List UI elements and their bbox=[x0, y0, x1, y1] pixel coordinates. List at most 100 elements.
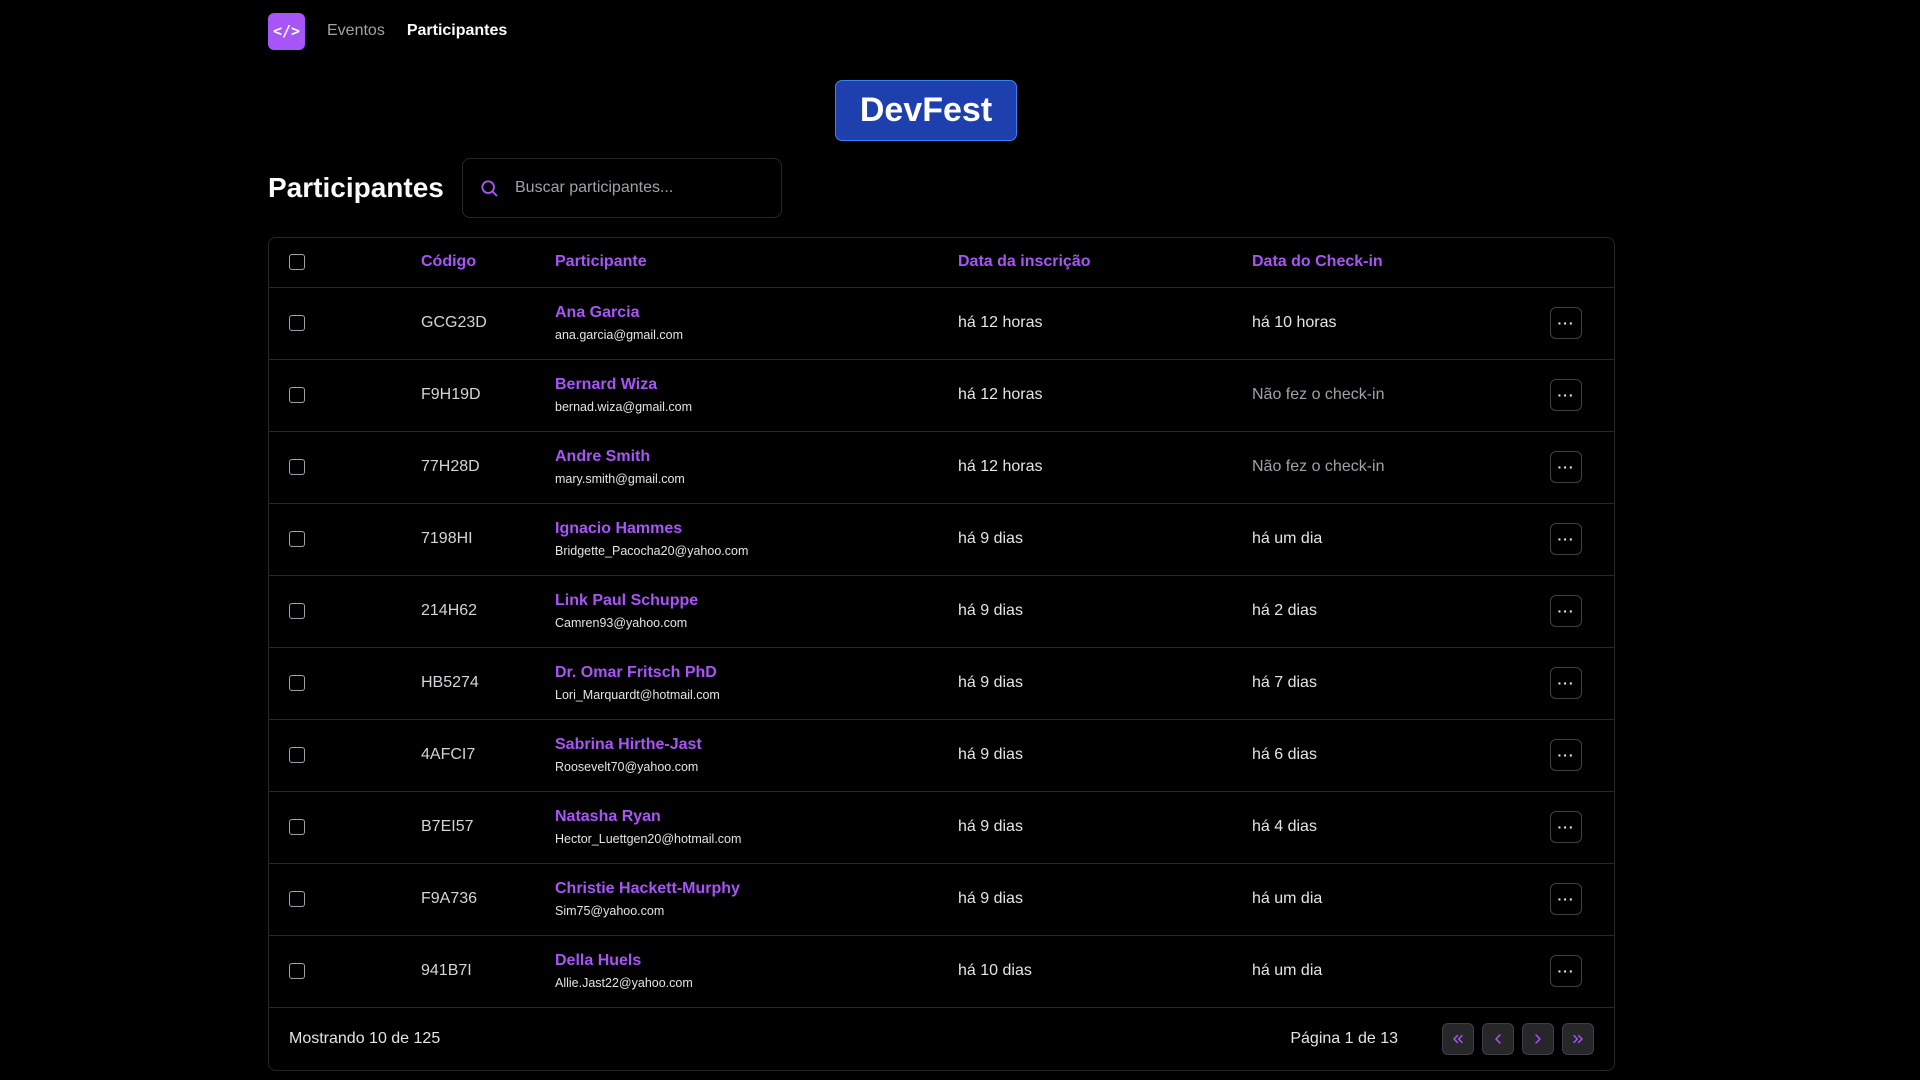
row-actions-button[interactable]: ··· bbox=[1550, 595, 1582, 627]
participant-name[interactable]: Link Paul Schuppe bbox=[555, 592, 958, 610]
participant-name[interactable]: Ignacio Hammes bbox=[555, 520, 958, 538]
showing-count: Mostrando 10 de 125 bbox=[289, 1030, 441, 1047]
row-checkbox[interactable] bbox=[289, 602, 305, 619]
checkin-date: há 7 dias bbox=[1252, 647, 1545, 720]
checkin-date: há um dia bbox=[1252, 935, 1545, 1008]
participant-name[interactable]: Della Huels bbox=[555, 952, 958, 970]
nav-link-eventos[interactable]: Eventos bbox=[327, 22, 385, 40]
row-actions-button[interactable]: ··· bbox=[1550, 955, 1582, 987]
select-all-checkbox[interactable] bbox=[289, 254, 305, 271]
checkin-date: há 2 dias bbox=[1252, 575, 1545, 648]
participant-code: 77H28D bbox=[421, 431, 555, 504]
title-row: Participantes bbox=[268, 158, 782, 218]
checkin-date: há 4 dias bbox=[1252, 791, 1545, 864]
participant-email: mary.smith@gmail.com bbox=[555, 472, 685, 486]
participant-name[interactable]: Ana Garcia bbox=[555, 304, 958, 322]
participant-email: Bridgette_Pacocha20@yahoo.com bbox=[555, 544, 749, 558]
row-actions-button[interactable]: ··· bbox=[1550, 307, 1582, 339]
checkin-date: há um dia bbox=[1252, 863, 1545, 936]
row-checkbox[interactable] bbox=[289, 746, 305, 763]
search-box[interactable] bbox=[462, 158, 782, 218]
table-row: F9A736 Christie Hackett-Murphy Sim75@yahoo… bbox=[269, 863, 1614, 936]
chevrons-right-icon bbox=[1573, 1034, 1583, 1044]
page-title: Participantes bbox=[268, 172, 444, 203]
row-actions-button[interactable]: ··· bbox=[1550, 523, 1582, 555]
participant-name[interactable]: Andre Smith bbox=[555, 448, 958, 466]
checkin-date: há um dia bbox=[1252, 503, 1545, 576]
row-checkbox[interactable] bbox=[289, 314, 305, 331]
next-page-button[interactable] bbox=[1522, 1023, 1554, 1055]
registered-date: há 9 dias bbox=[958, 647, 1252, 720]
participant-email: Sim75@yahoo.com bbox=[555, 904, 665, 918]
participant-name[interactable]: Bernard Wiza bbox=[555, 376, 958, 394]
checkin-date: há 10 horas bbox=[1252, 287, 1545, 360]
participant-email: bernad.wiza@gmail.com bbox=[555, 400, 693, 414]
first-page-button[interactable] bbox=[1442, 1023, 1474, 1055]
table-footer: Mostrando 10 de 125 Página 1 de 13 bbox=[269, 1008, 1614, 1071]
participant-code: 941B7I bbox=[421, 935, 555, 1008]
row-actions-button[interactable]: ··· bbox=[1550, 379, 1582, 411]
row-checkbox[interactable] bbox=[289, 530, 305, 547]
participant-name[interactable]: Sabrina Hirthe-Jast bbox=[555, 736, 958, 754]
table-header-row: Código Participante Data da inscrição Da… bbox=[269, 238, 1614, 288]
nav-link-participantes[interactable]: Participantes bbox=[407, 22, 507, 40]
last-page-button[interactable] bbox=[1562, 1023, 1594, 1055]
participant-code: B7EI57 bbox=[421, 791, 555, 864]
row-checkbox[interactable] bbox=[289, 386, 305, 403]
more-horizontal-icon: ··· bbox=[1557, 963, 1575, 979]
header-code[interactable]: Código bbox=[421, 238, 555, 288]
table-row: GCG23D Ana Garcia ana.garcia@gmail.com há 1… bbox=[269, 287, 1614, 360]
row-actions-button[interactable]: ··· bbox=[1550, 811, 1582, 843]
registered-date: há 9 dias bbox=[958, 575, 1252, 648]
chevron-left-icon bbox=[1495, 1034, 1501, 1044]
row-actions-button[interactable]: ··· bbox=[1550, 451, 1582, 483]
more-horizontal-icon: ··· bbox=[1557, 819, 1575, 835]
participant-code: 7198HI bbox=[421, 503, 555, 576]
checkin-date: há 6 dias bbox=[1252, 719, 1545, 792]
participant-name[interactable]: Christie Hackett-Murphy bbox=[555, 880, 958, 898]
participant-email: Camren93@yahoo.com bbox=[555, 616, 688, 630]
app-root: </> Eventos Participantes DevFest Partic… bbox=[0, 0, 1920, 1080]
more-horizontal-icon: ··· bbox=[1557, 675, 1575, 691]
row-checkbox[interactable] bbox=[289, 890, 305, 907]
logo-icon[interactable]: </> bbox=[268, 12, 305, 50]
participant-email: Allie.Jast22@yahoo.com bbox=[555, 976, 693, 990]
prev-page-button[interactable] bbox=[1482, 1023, 1514, 1055]
registered-date: há 12 horas bbox=[958, 359, 1252, 432]
participant-name[interactable]: Dr. Omar Fritsch PhD bbox=[555, 664, 958, 682]
chevron-right-icon bbox=[1535, 1034, 1541, 1044]
more-horizontal-icon: ··· bbox=[1557, 747, 1575, 763]
participant-email: Roosevelt70@yahoo.com bbox=[555, 760, 699, 774]
row-checkbox[interactable] bbox=[289, 458, 305, 475]
page-info: Página 1 de 13 bbox=[1290, 1030, 1398, 1047]
participant-code: 4AFCI7 bbox=[421, 719, 555, 792]
participant-name[interactable]: Natasha Ryan bbox=[555, 808, 958, 826]
top-nav: </> Eventos Participantes bbox=[268, 0, 1615, 62]
search-icon bbox=[481, 180, 498, 197]
row-actions-button[interactable]: ··· bbox=[1550, 667, 1582, 699]
row-checkbox[interactable] bbox=[289, 818, 305, 835]
row-actions-button[interactable]: ··· bbox=[1550, 739, 1582, 771]
more-horizontal-icon: ··· bbox=[1557, 459, 1575, 475]
row-actions-button[interactable]: ··· bbox=[1550, 883, 1582, 915]
participant-email: ana.garcia@gmail.com bbox=[555, 328, 684, 342]
row-checkbox[interactable] bbox=[289, 962, 305, 979]
checkin-date: Não fez o check-in bbox=[1252, 431, 1545, 504]
header-checkin[interactable]: Data do Check-in bbox=[1252, 238, 1545, 288]
more-horizontal-icon: ··· bbox=[1557, 315, 1575, 331]
checkin-date: Não fez o check-in bbox=[1252, 359, 1545, 432]
table-row: F9H19D Bernard Wiza bernad.wiza@gmail.com h… bbox=[269, 359, 1614, 432]
registered-date: há 9 dias bbox=[958, 863, 1252, 936]
header-participant[interactable]: Participante bbox=[555, 238, 958, 288]
more-horizontal-icon: ··· bbox=[1557, 387, 1575, 403]
participant-code: HB5274 bbox=[421, 647, 555, 720]
search-input[interactable] bbox=[515, 179, 765, 197]
table-row: 941B7I Della Huels Allie.Jast22@yahoo.com h… bbox=[269, 935, 1614, 1008]
participant-code: 214H62 bbox=[421, 575, 555, 648]
main-container: </> Eventos Participantes DevFest Partic… bbox=[268, 0, 1615, 1071]
row-checkbox[interactable] bbox=[289, 674, 305, 691]
registered-date: há 9 dias bbox=[958, 791, 1252, 864]
table-row: HB5274 Dr. Omar Fritsch PhD Lori_Marquardt… bbox=[269, 647, 1614, 720]
participant-email: Lori_Marquardt@hotmail.com bbox=[555, 688, 720, 702]
header-registered[interactable]: Data da inscrição bbox=[958, 238, 1252, 288]
